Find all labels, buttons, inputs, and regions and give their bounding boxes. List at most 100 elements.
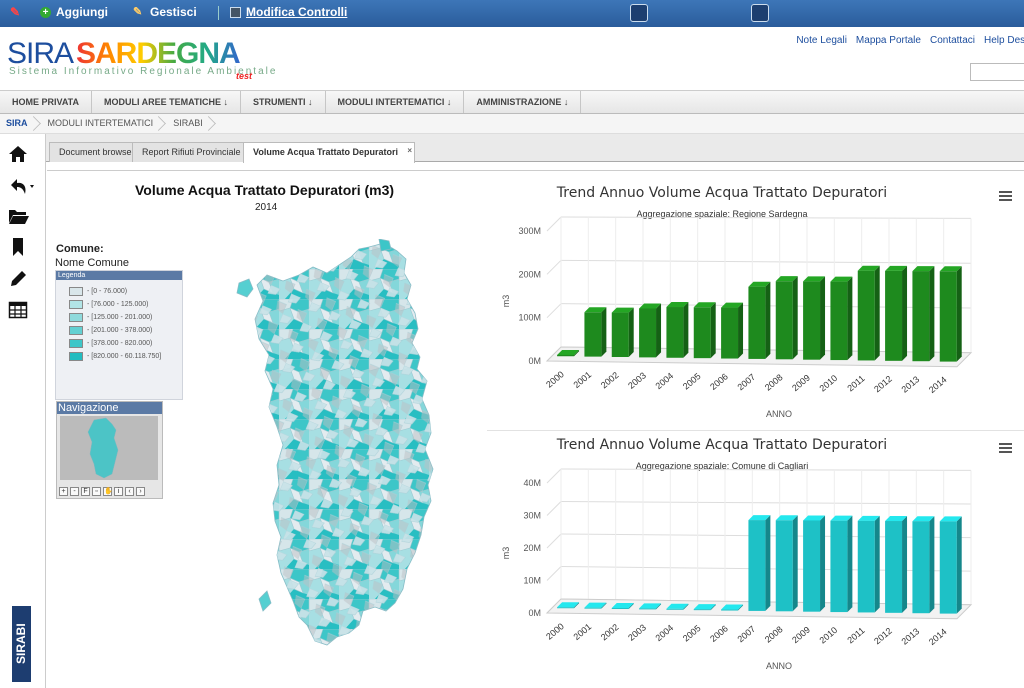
- breadcrumb-sira[interactable]: SIRA: [0, 114, 36, 133]
- x-tick-label: 2004: [654, 371, 676, 392]
- folder-open-icon[interactable]: [8, 206, 29, 226]
- x-tick-label: 2006: [708, 623, 730, 644]
- edit-icon[interactable]: [8, 269, 28, 289]
- menu-moduli-intertematici[interactable]: MODULI INTERTEMATICI ↓: [326, 91, 465, 113]
- info-icon[interactable]: i: [114, 487, 123, 496]
- bar-front: [885, 270, 903, 361]
- environment-label: test: [236, 71, 253, 81]
- breadcrumb-moduli-intertematici[interactable]: MODULI INTERTEMATICI: [36, 114, 162, 133]
- bar-side: [628, 307, 634, 358]
- full-extent-icon[interactable]: F: [81, 487, 90, 496]
- x-tick-label: 2013: [900, 374, 922, 395]
- bar: [611, 307, 634, 358]
- x-tick-label: 2014: [927, 374, 949, 395]
- bar-side: [820, 276, 826, 360]
- y-tick-label: 200M: [518, 269, 541, 279]
- gridline: [546, 533, 562, 549]
- bar-side: [792, 276, 798, 360]
- bar: [912, 266, 935, 362]
- breadcrumb: SIRA MODULI INTERTEMATICI SIRABI: [0, 114, 1024, 134]
- sardinia-choropleth-map[interactable]: [219, 239, 459, 651]
- tab-volume-acqua[interactable]: Volume Acqua Trattato Depuratori ×: [243, 141, 416, 163]
- bar-front: [693, 609, 711, 611]
- bar-front: [939, 521, 957, 614]
- pan-icon[interactable]: ✋: [103, 487, 113, 496]
- forward-icon[interactable]: ›: [136, 487, 145, 496]
- search-input[interactable]: [970, 63, 1024, 81]
- y-tick-label: 10M: [523, 576, 541, 586]
- bar-front: [721, 307, 739, 359]
- x-tick-label: 2005: [681, 623, 703, 644]
- modifica-controlli-button[interactable]: Modifica Controlli: [230, 5, 347, 19]
- legend-label: - [76.000 - 125.000): [87, 301, 149, 308]
- bar-front: [639, 308, 657, 358]
- legend-label: - [378.000 - 820.000): [87, 340, 153, 347]
- top-links: Note Legali Mappa Portale Contattaci Hel…: [796, 35, 1024, 46]
- x-tick-label: 2004: [654, 623, 676, 644]
- legend-label: - [125.000 - 201.000): [87, 314, 153, 321]
- x-tick-label: 2011: [845, 373, 866, 393]
- tab-report-rifiuti-provinciale[interactable]: Report Rifiuti Provinciale×: [132, 142, 258, 162]
- menu-moduli-aree-tematiche[interactable]: MODULI AREE TEMATICHE ↓: [92, 91, 241, 113]
- breadcrumb-sirabi[interactable]: SIRABI: [161, 114, 211, 133]
- link-contattaci[interactable]: Contattaci: [930, 35, 975, 46]
- home-icon[interactable]: [8, 144, 28, 164]
- menu-amministrazione[interactable]: AMMINISTRAZIONE ↓: [464, 91, 582, 113]
- calendar-icon[interactable]: [751, 4, 769, 22]
- gridline: [560, 501, 972, 505]
- overview-map[interactable]: [60, 416, 158, 480]
- x-tick-label: 2008: [763, 372, 785, 393]
- bar-side: [956, 516, 962, 614]
- map-legend: Legenda - [0 - 76.000) - [76.000 - 125.00…: [55, 270, 183, 400]
- bar-front: [693, 307, 711, 359]
- report-content: Volume Acqua Trattato Depuratori (m3) 20…: [47, 170, 1024, 688]
- gridline: [560, 468, 972, 471]
- bookmark-icon[interactable]: [8, 237, 28, 257]
- tab-document-browser[interactable]: Document browser: [49, 142, 145, 162]
- navigation-panel: Navigazione + - F ▫ ✋ i ‹ ›: [56, 401, 163, 499]
- zoom-box-icon[interactable]: ▫: [92, 487, 101, 496]
- x-tick-label: 2002: [599, 622, 621, 643]
- link-mappa-portale[interactable]: Mappa Portale: [856, 35, 921, 46]
- legend-label: - [0 - 76.000): [87, 288, 128, 295]
- camera-icon[interactable]: [630, 4, 648, 22]
- undo-icon[interactable]: [8, 176, 34, 196]
- sirabi-side-tab[interactable]: SIRABI: [12, 606, 31, 682]
- legend-item: - [76.000 - 125.000): [69, 300, 149, 309]
- legend-title: Legenda: [56, 271, 182, 280]
- bar-front: [775, 520, 793, 612]
- y-tick-label: 100M: [518, 313, 541, 323]
- x-tick-label: 2014: [927, 626, 949, 647]
- bar-side: [738, 302, 744, 359]
- pin-icon[interactable]: ✎: [10, 5, 20, 19]
- link-help-desk[interactable]: Help Desk: [984, 35, 1024, 46]
- gridline: [546, 501, 562, 516]
- close-icon[interactable]: ×: [407, 141, 412, 160]
- bar-front: [803, 520, 821, 612]
- back-icon[interactable]: ‹: [125, 487, 134, 496]
- zoom-in-icon[interactable]: +: [59, 487, 68, 496]
- bar-front: [666, 307, 684, 358]
- menu-home-privata[interactable]: HOME PRIVATA: [0, 91, 92, 113]
- menu-strumenti[interactable]: STRUMENTI ↓: [241, 91, 326, 113]
- table-icon[interactable]: [8, 300, 28, 320]
- bar: [721, 302, 744, 359]
- gridline: [560, 216, 972, 219]
- bar-front: [830, 281, 848, 361]
- aggiungi-button[interactable]: + Aggiungi: [40, 5, 108, 19]
- zoom-out-icon[interactable]: -: [70, 487, 79, 496]
- x-tick-label: 2000: [544, 369, 566, 390]
- bar-side: [820, 515, 826, 612]
- bar: [939, 516, 962, 614]
- bar-front: [912, 271, 930, 362]
- bar-front: [912, 521, 930, 614]
- bar-front: [557, 354, 575, 357]
- legend-swatch: [69, 300, 83, 309]
- link-note-legali[interactable]: Note Legali: [796, 35, 847, 46]
- bar: [857, 515, 880, 613]
- bar-front: [611, 608, 629, 610]
- y-tick-label: 20M: [523, 543, 541, 553]
- bar-front: [857, 520, 875, 613]
- gestisci-button[interactable]: ✎ Gestisci: [133, 5, 197, 19]
- bar-front: [611, 312, 629, 358]
